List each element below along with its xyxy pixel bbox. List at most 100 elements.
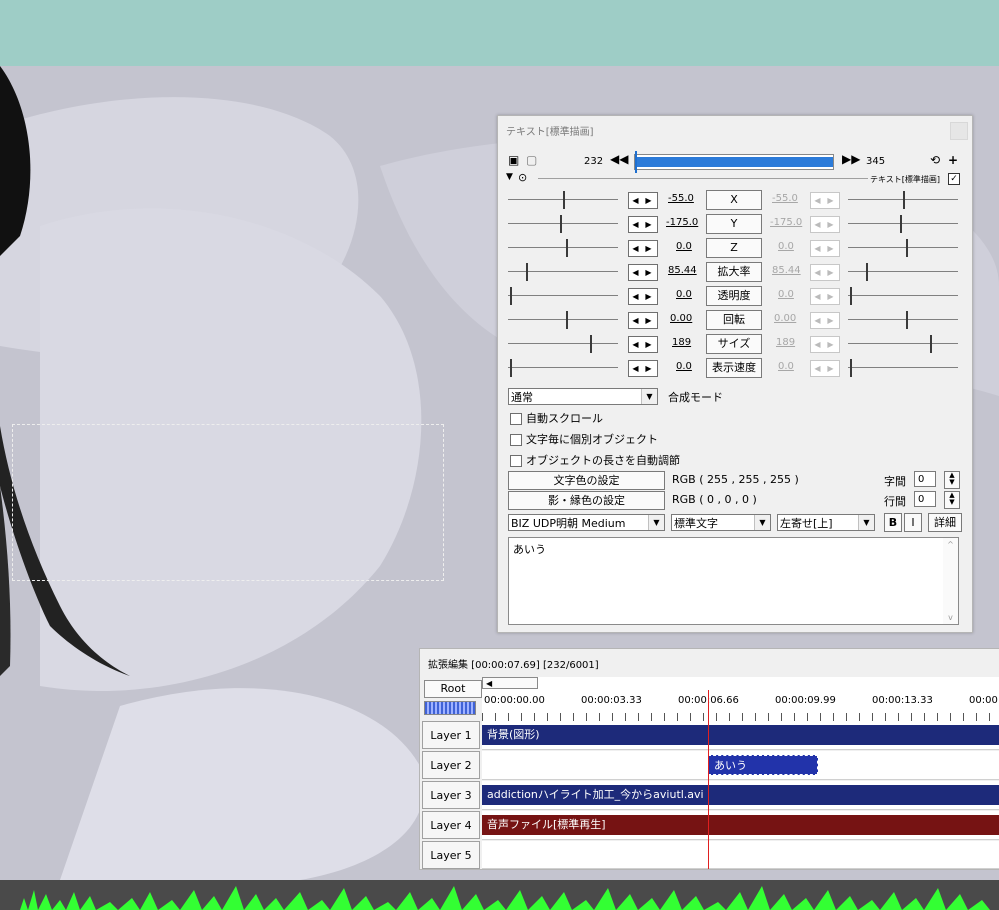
track-value-left[interactable]: 0.0 [676,241,692,252]
font-select[interactable]: BIZ UDP明朝 Medium ▼ [508,514,665,531]
auto-length-checkbox[interactable] [510,455,522,467]
layer-header-2[interactable]: Layer 2 [422,751,480,779]
track-value-right: 0.0 [778,361,794,372]
timeline-title: 拡張編集 [00:00:07.69] [232/6001] [428,660,599,671]
slider-thumb[interactable] [510,287,512,305]
textarea-scrollbar[interactable]: ^ v [943,538,958,624]
clip-background-shape[interactable]: 背景(図形) [482,725,999,745]
track-arrows[interactable]: ◀ ▶ [628,288,658,305]
track-value-left[interactable]: 0.0 [676,361,692,372]
timeline-window: 拡張編集 [00:00:07.69] [232/6001] Root ◀ 00:… [419,648,999,870]
track-button-scale[interactable]: 拡大率 [706,262,762,282]
bold-button[interactable]: B [884,513,902,532]
track-value-left[interactable]: 189 [672,337,691,348]
layer-lane-4[interactable]: 音声ファイル[標準再生] [482,811,999,840]
scroll-down-icon[interactable]: v [943,613,958,622]
time-ruler[interactable]: ◀ 00:00:00.00 00:00:03.33 00:00:06.66 00… [482,677,999,722]
mouse-icon: ⊙ [518,171,528,184]
object-selection-box[interactable] [12,424,444,581]
object-enable-checkbox[interactable]: ✓ [948,173,960,185]
audio-waveform-bar [0,880,999,910]
char-spacing-label: 字間 [884,475,906,488]
track-arrows[interactable]: ◀ ▶ [628,336,658,353]
time-label: 00:00: [969,695,999,706]
track-button-x[interactable]: X [706,190,762,210]
slider-thumb[interactable] [526,263,528,281]
track-button-y[interactable]: Y [706,214,762,234]
auto-scroll-checkbox[interactable] [510,413,522,425]
slider-thumb[interactable] [566,311,568,329]
layer-lane-3[interactable]: addictionハイライト加工_今からaviutl.avi [482,781,999,810]
clip-text-object[interactable]: あいう [708,755,818,775]
slider-thumb[interactable] [566,239,568,257]
slider-thumb-right [903,191,905,209]
layer-lane-2[interactable]: あいう [482,751,999,780]
close-button[interactable] [950,122,968,140]
line-spacing-label: 行間 [884,495,906,508]
track-button-rotation[interactable]: 回転 [706,310,762,330]
track-arrows[interactable]: ◀ ▶ [628,216,658,233]
track-button-opacity[interactable]: 透明度 [706,286,762,306]
zoom-bar[interactable] [424,701,476,715]
blend-mode-select[interactable]: 通常 ▼ [508,388,658,405]
line-spacing-input[interactable]: 0 [914,491,936,507]
track-value-left[interactable]: 0.0 [676,289,692,300]
detail-button[interactable]: 詳細 [928,513,962,532]
per-char-object-checkbox[interactable] [510,434,522,446]
layer-lane-1[interactable]: 背景(図形) [482,721,999,750]
layer-header-1[interactable]: Layer 1 [422,721,480,749]
playhead-cursor[interactable] [708,690,709,869]
track-value-left[interactable]: -55.0 [668,193,694,204]
collapse-icon[interactable]: ▼ [506,172,513,182]
track-arrows[interactable]: ◀ ▶ [628,240,658,257]
plus-icon[interactable]: + [948,153,958,167]
track-row-display-speed: ◀ ▶ 0.0 表示速度 0.0 ◀ ▶ [508,357,960,379]
track-button-display-speed[interactable]: 表示速度 [706,358,762,378]
line-spacing-stepper[interactable]: ▲ ▼ [944,491,960,509]
track-arrows[interactable]: ◀ ▶ [628,312,658,329]
track-value-left[interactable]: 85.44 [668,265,697,276]
char-spacing-stepper[interactable]: ▲ ▼ [944,471,960,489]
track-arrows-disabled: ◀ ▶ [810,336,840,353]
align-select[interactable]: 左寄せ[上] ▼ [777,514,875,531]
slider-thumb[interactable] [560,215,562,233]
italic-button[interactable]: I [904,513,922,532]
camera-icon[interactable]: ▣ [508,153,519,167]
track-button-size[interactable]: サイズ [706,334,762,354]
layer-lane-5[interactable] [482,841,999,869]
blend-mode-value: 通常 [511,391,533,404]
slider-thumb[interactable] [563,191,565,209]
track-value-left[interactable]: -175.0 [666,217,698,228]
track-arrows-disabled: ◀ ▶ [810,288,840,305]
track-arrows[interactable]: ◀ ▶ [628,360,658,377]
track-value-right: 85.44 [772,265,801,276]
track-arrows[interactable]: ◀ ▶ [628,192,658,209]
scroll-up-icon[interactable]: ^ [943,540,958,549]
timeline-scrollbar[interactable]: ◀ [482,677,538,689]
rewind-icon[interactable]: ◀◀ [610,152,628,166]
shadow-color-button[interactable]: 影・縁色の設定 [508,491,665,510]
frame-seekbar[interactable] [634,151,834,173]
forward-icon[interactable]: ▶▶ [842,152,860,166]
track-arrows[interactable]: ◀ ▶ [628,264,658,281]
root-button[interactable]: Root [424,680,482,698]
text-style-select[interactable]: 標準文字 ▼ [671,514,771,531]
track-row-scale: ◀ ▶ 85.44 拡大率 85.44 ◀ ▶ [508,261,960,283]
track-button-z[interactable]: Z [706,238,762,258]
clip-video-file[interactable]: addictionハイライト加工_今からaviutl.avi [482,785,999,805]
clip-audio-file[interactable]: 音声ファイル[標準再生] [482,815,999,835]
slider-thumb[interactable] [510,359,512,377]
text-color-button[interactable]: 文字色の設定 [508,471,665,490]
seekbar-knob[interactable] [635,151,637,173]
track-value-left[interactable]: 0.00 [670,313,692,324]
time-label: 00:00:09.99 [775,695,836,706]
layer-header-3[interactable]: Layer 3 [422,781,480,809]
layer-header-4[interactable]: Layer 4 [422,811,480,839]
layer-header-5[interactable]: Layer 5 [422,841,480,869]
text-content-input[interactable]: あいう ^ v [508,537,959,625]
char-spacing-input[interactable]: 0 [914,471,936,487]
layer-icon[interactable]: ▢ [526,153,537,167]
auto-length-label: オブジェクトの長さを自動調節 [526,454,680,467]
rotate-icon[interactable]: ⟲ [930,153,940,167]
slider-thumb[interactable] [590,335,592,353]
